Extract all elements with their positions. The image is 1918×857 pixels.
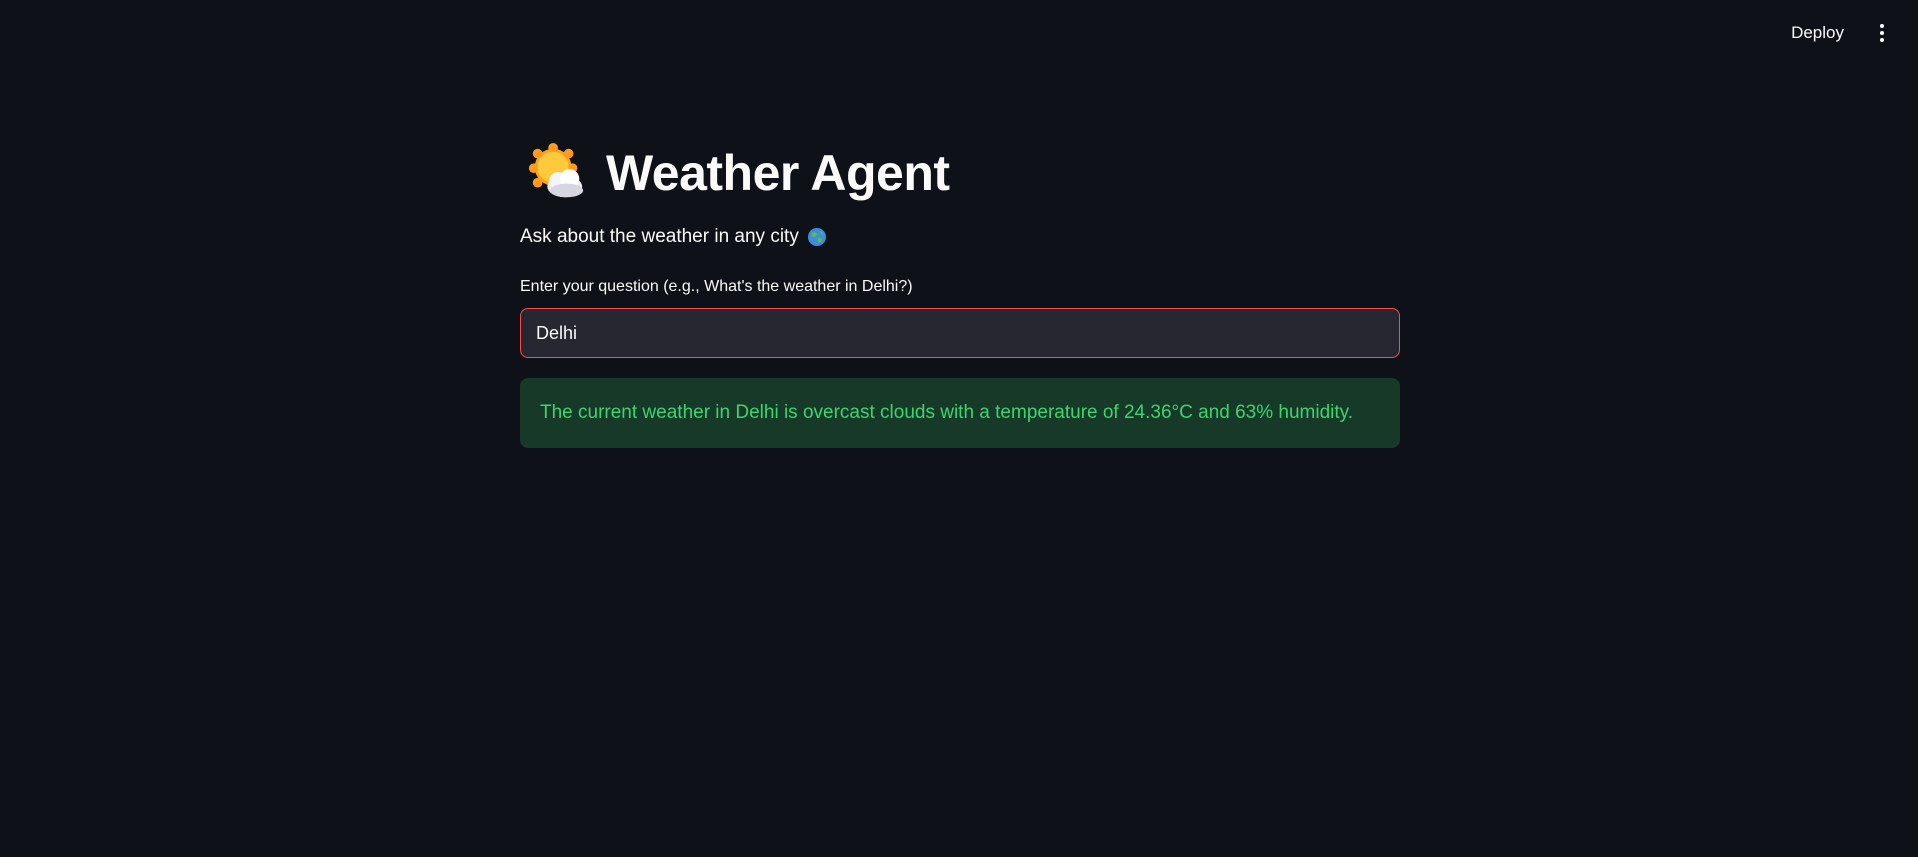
main-content: Weather Agent Ask about the weather in a…: [520, 138, 1400, 448]
page-subtitle: Ask about the weather in any city: [520, 226, 1400, 248]
globe-icon: [807, 228, 826, 246]
page-title: Weather Agent: [606, 145, 950, 201]
main-menu-button[interactable]: [1870, 17, 1894, 49]
page-header: Weather Agent: [520, 138, 1400, 208]
success-alert: The current weather in Delhi is overcast…: [520, 378, 1400, 448]
subtitle-text: Ask about the weather in any city: [520, 226, 799, 247]
sun-behind-cloud-icon: [528, 142, 584, 198]
question-input-container: [520, 308, 1400, 358]
deploy-button[interactable]: Deploy: [1781, 17, 1854, 49]
question-input[interactable]: [521, 309, 1399, 357]
question-label: Enter your question (e.g., What's the we…: [520, 278, 913, 295]
vertical-ellipsis-icon: [1880, 24, 1884, 28]
weather-result-text: The current weather in Delhi is overcast…: [540, 402, 1354, 423]
top-toolbar: Deploy: [1781, 0, 1918, 66]
